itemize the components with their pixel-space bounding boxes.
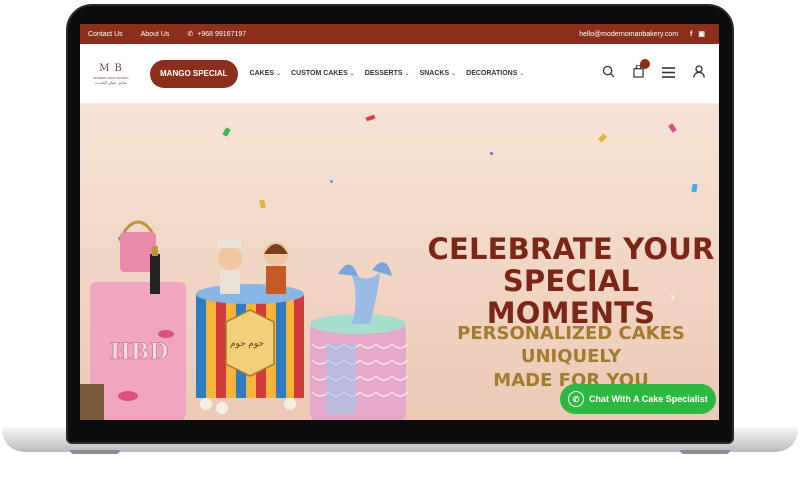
laptop-foot-right: [680, 450, 730, 454]
nav-item-decorations[interactable]: DECORATIONS ⌄: [466, 70, 524, 77]
chevron-down-icon: ⌄: [404, 71, 410, 77]
nav-item-snacks[interactable]: SNACKS ⌄: [420, 70, 457, 77]
logo-mark: M B: [99, 62, 123, 74]
nav-item-label: CAKES: [249, 70, 275, 77]
nav-item-label: DESSERTS: [364, 70, 403, 77]
cart-icon[interactable]: [633, 58, 650, 83]
mango-special-button[interactable]: MANGO SPECIAL: [150, 59, 238, 88]
whatsapp-icon: ✆: [568, 391, 584, 407]
site-header: M B MODERN OMAN BAKERY مخابز عمان الحديث…: [80, 44, 719, 104]
cart-count-badge: [640, 58, 650, 69]
slider-next-arrow[interactable]: ›: [670, 288, 675, 304]
laptop-mockup: Contact Us About Us ✆ +968 99167197 hell…: [0, 0, 800, 479]
main-nav: CAKES ⌄ CUSTOM CAKES ⌄ DESSERTS ⌄ SNACKS…: [250, 70, 525, 77]
confetti: [691, 183, 698, 193]
logo[interactable]: M B MODERN OMAN BAKERY مخابز عمان الحديث: [86, 52, 136, 96]
user-icon[interactable]: [693, 64, 705, 83]
hero-headline: CELEBRATE YOUR SPECIAL MOMENTS: [426, 232, 716, 330]
header-icons: [602, 58, 705, 83]
hero-banner: HBD حوم حوم CELEBRATE YOUR SPECIAL MOMEN…: [80, 104, 719, 420]
search-icon[interactable]: [602, 65, 615, 83]
top-bar: Contact Us About Us ✆ +968 99167197 hell…: [80, 24, 719, 44]
confetti: [222, 127, 231, 137]
hero-subheadline: PERSONALIZED CAKES UNIQUELY MADE FOR YOU: [426, 322, 716, 392]
confetti: [330, 180, 333, 183]
nav-item-label: SNACKS: [419, 70, 450, 77]
whatsapp-chat-button[interactable]: ✆ Chat With A Cake Specialist: [560, 384, 716, 414]
chevron-down-icon: ⌄: [519, 71, 525, 77]
facebook-icon[interactable]: f: [690, 31, 692, 38]
nav-item-label: CUSTOM CAKES: [291, 70, 348, 77]
laptop-foot-left: [70, 450, 120, 454]
phone-icon: ✆: [187, 31, 194, 38]
email-link[interactable]: hello@modernomanbakery.com: [579, 31, 678, 38]
confetti: [597, 133, 608, 143]
cake-text-arabic: حوم حوم: [230, 338, 264, 349]
nav-item-desserts[interactable]: DESSERTS ⌄: [365, 70, 410, 77]
logo-arabic: مخابز عمان الحديث: [94, 79, 128, 85]
cakes-illustration: HBD حوم حوم: [80, 220, 409, 420]
menu-icon[interactable]: [662, 65, 675, 83]
chevron-down-icon: ⌄: [349, 71, 355, 77]
about-link[interactable]: About Us: [141, 31, 170, 38]
instagram-icon[interactable]: ▣: [698, 30, 705, 38]
nav-item-cakes[interactable]: CAKES ⌄: [250, 70, 282, 77]
phone-number: +968 99167197: [197, 30, 247, 38]
hero-subheadline-line-1: PERSONALIZED CAKES UNIQUELY: [457, 323, 685, 368]
phone[interactable]: ✆ +968 99167197: [187, 30, 247, 39]
chat-button-label: Chat With A Cake Specialist: [589, 394, 708, 404]
screen: Contact Us About Us ✆ +968 99167197 hell…: [80, 24, 719, 420]
chevron-down-icon: ⌄: [451, 71, 457, 77]
chevron-down-icon: ⌄: [276, 71, 282, 77]
cake-text-hbd: HBD: [110, 339, 168, 365]
nav-item-label: DECORATIONS: [466, 70, 518, 77]
nav-item-custom-cakes[interactable]: CUSTOM CAKES ⌄: [291, 70, 355, 77]
confetti: [365, 114, 376, 122]
contact-link[interactable]: Contact Us: [88, 31, 123, 38]
confetti: [490, 152, 493, 155]
confetti: [668, 123, 677, 133]
hero-headline-line-1: CELEBRATE YOUR: [427, 232, 715, 266]
